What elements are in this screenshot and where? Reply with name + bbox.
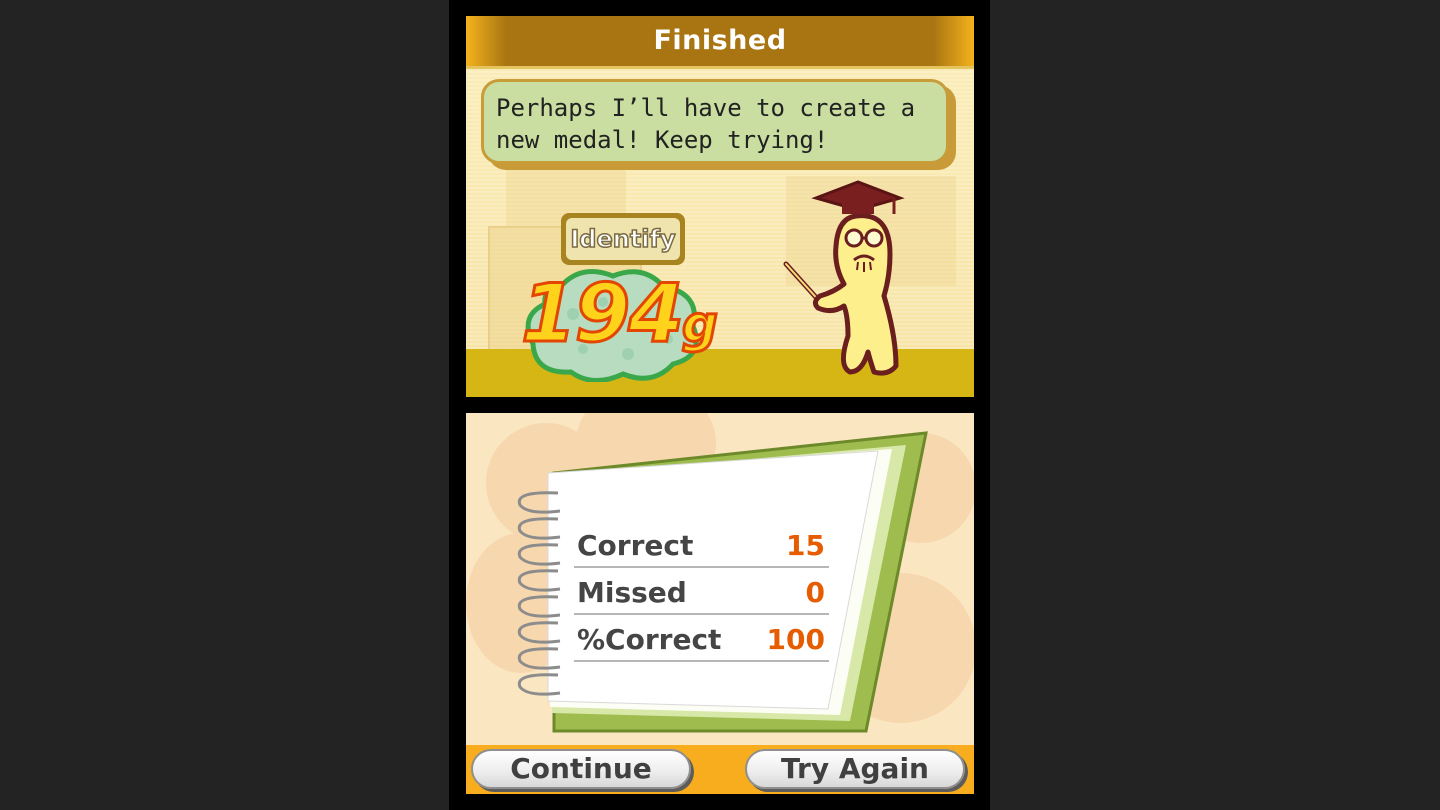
continue-button[interactable]: Continue — [471, 749, 691, 789]
result-value: 100 — [766, 623, 825, 656]
bottom-screen: Correct 15 Missed 0 %Correct 100 Continu… — [466, 413, 974, 794]
score-value: 194 — [520, 266, 686, 362]
result-value: 0 — [805, 576, 825, 609]
professor-character-icon — [783, 180, 905, 376]
results-table: Correct 15 Missed 0 %Correct 100 — [574, 521, 829, 662]
result-value: 15 — [786, 529, 825, 562]
speech-bubble: Perhaps I’ll have to create a new medal!… — [481, 79, 949, 164]
screen-title: Finished — [653, 25, 787, 56]
mode-tag: Identify — [561, 213, 685, 265]
result-label: %Correct — [577, 623, 722, 656]
title-bar: Finished — [466, 16, 974, 66]
result-row-missed: Missed 0 — [574, 568, 829, 615]
result-row-percent-correct: %Correct 100 — [574, 615, 829, 662]
result-label: Missed — [577, 576, 687, 609]
score-display: 194g — [520, 266, 741, 362]
result-row-correct: Correct 15 — [574, 521, 829, 568]
speech-text: Perhaps I’ll have to create a new medal!… — [496, 94, 916, 154]
score-unit: g — [681, 294, 720, 355]
top-screen: Finished Perhaps I’ll have to create a n… — [466, 16, 974, 397]
result-label: Correct — [577, 529, 694, 562]
try-again-button[interactable]: Try Again — [745, 749, 965, 789]
mode-label: Identify — [566, 218, 680, 260]
